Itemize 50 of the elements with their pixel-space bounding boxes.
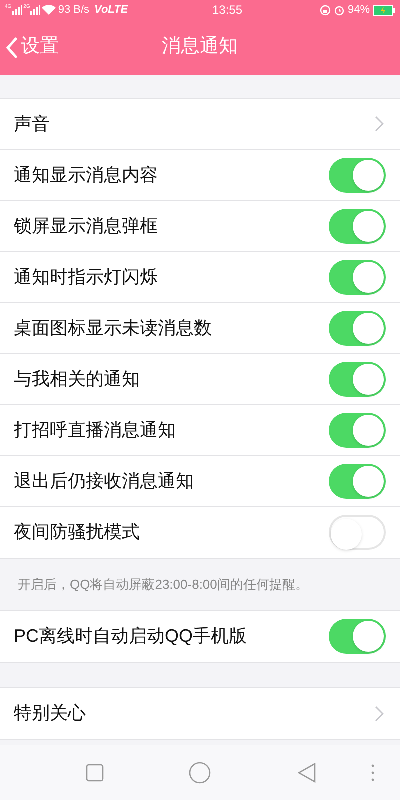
network-speed: 93 B/s xyxy=(58,2,90,18)
rotation-lock-icon xyxy=(320,4,331,16)
wifi-icon xyxy=(42,4,56,16)
toggle-switch[interactable] xyxy=(329,619,386,654)
back-icon xyxy=(6,36,18,58)
settings-row[interactable]: 声音 xyxy=(0,99,400,150)
status-time: 13:55 xyxy=(211,2,244,19)
more-icon xyxy=(371,764,375,782)
settings-row[interactable]: 锁屏显示消息弹框 xyxy=(0,201,400,252)
row-label: 夜间防骚扰模式 xyxy=(14,521,141,544)
settings-row[interactable]: 夜间防骚扰模式 xyxy=(0,507,400,558)
settings-row[interactable]: 退出后仍接收消息通知 xyxy=(0,456,400,507)
row-label: 特别关心 xyxy=(14,702,87,725)
toggle-switch[interactable] xyxy=(329,260,386,294)
toggle-switch[interactable] xyxy=(329,310,386,346)
settings-row[interactable]: 打招呼直播消息通知 xyxy=(0,405,400,456)
battery-percent: 94% xyxy=(348,2,370,18)
signal-icon xyxy=(30,5,40,15)
settings-row[interactable]: 桌面图标显示未读消息数 xyxy=(0,303,400,354)
settings-row[interactable]: 通知显示消息内容 xyxy=(0,150,400,201)
row-label: 桌面图标显示未读消息数 xyxy=(14,316,213,340)
row-label: 打招呼直播消息通知 xyxy=(14,418,177,442)
toggle-switch[interactable] xyxy=(329,208,386,244)
page-title: 消息通知 xyxy=(162,35,238,60)
battery-icon xyxy=(373,4,395,16)
back-triangle-icon xyxy=(298,762,316,782)
row-label: PC离线时自动启动QQ手机版 xyxy=(14,625,248,648)
chevron-right-icon xyxy=(375,116,384,132)
alarm-icon xyxy=(334,4,345,16)
toggle-switch[interactable] xyxy=(329,412,386,448)
toggle-switch[interactable] xyxy=(329,464,386,498)
row-label: 通知时指示灯闪烁 xyxy=(14,266,159,288)
chevron-right-icon xyxy=(375,706,384,722)
settings-row[interactable]: PC离线时自动启动QQ手机版 xyxy=(0,611,400,662)
network-type: VoLTE xyxy=(94,2,128,18)
toggle-switch[interactable] xyxy=(329,158,386,192)
row-label: 退出后仍接收消息通知 xyxy=(14,470,195,492)
toggle-switch[interactable] xyxy=(329,515,386,550)
recents-icon xyxy=(86,764,104,782)
signal-icon xyxy=(12,5,22,15)
row-label: 通知显示消息内容 xyxy=(14,164,159,186)
settings-row[interactable]: 特别关心 xyxy=(0,688,400,739)
row-label: 锁屏显示消息弹框 xyxy=(14,214,159,238)
hint-text: 开启后，QQ将自动屏蔽23:00-8:00间的任何提醒。 xyxy=(17,576,310,594)
settings-row[interactable]: 通知时指示灯闪烁 xyxy=(0,252,400,303)
row-label: 声音 xyxy=(14,112,51,136)
row-label: 与我相关的通知 xyxy=(14,368,141,390)
settings-row[interactable]: 与我相关的通知 xyxy=(0,354,400,405)
toggle-switch[interactable] xyxy=(329,362,386,396)
home-icon xyxy=(189,762,211,784)
